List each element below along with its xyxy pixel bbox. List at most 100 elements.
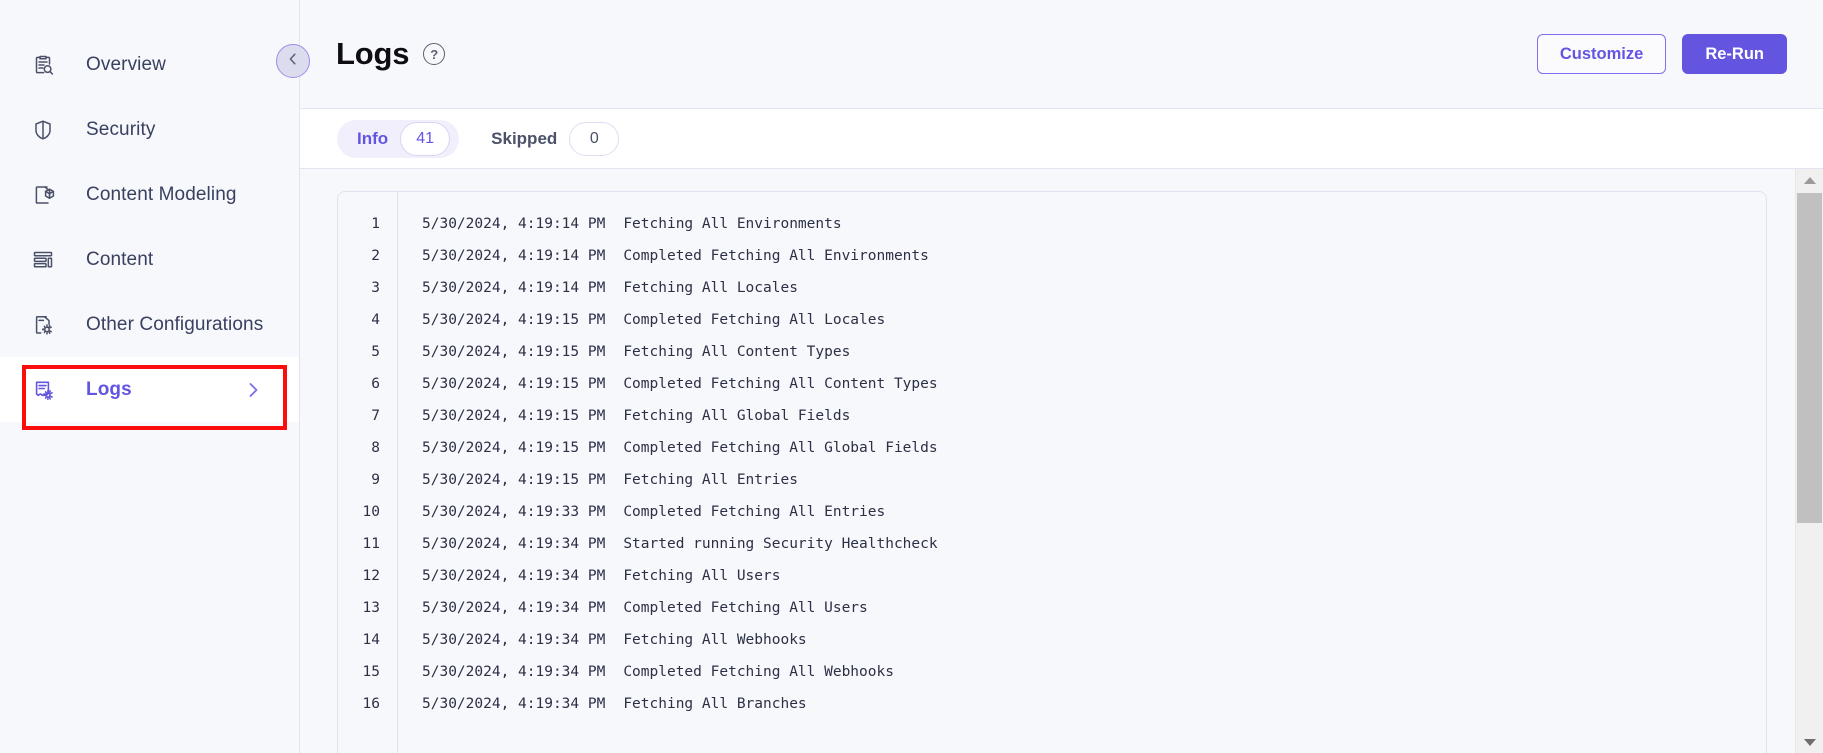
sidebar-item-other-configurations[interactable]: Other Configurations (0, 292, 299, 357)
log-message: Completed Fetching All Environments (623, 248, 929, 264)
log-gutter-divider (397, 192, 398, 753)
main-content: Logs ? Customize Re-Run Info 41 Skipped … (276, 0, 1823, 753)
tab-badge-count: 0 (569, 121, 620, 156)
log-line-number: 4 (371, 312, 380, 328)
scrollbar-thumb[interactable] (1797, 193, 1822, 523)
log-row: 4 5/30/2024, 4:19:15 PM Completed Fetching… (338, 304, 1766, 336)
tab-label: Info (357, 128, 389, 148)
log-timestamp: 5/30/2024, 4:19:15 PM (422, 440, 606, 456)
log-list: 1 5/30/2024, 4:19:14 PM Fetching All Envir… (338, 192, 1766, 720)
page-header: Logs ? Customize Re-Run (276, 0, 1823, 108)
log-row: 5 5/30/2024, 4:19:15 PM Fetching All Conte… (338, 336, 1766, 368)
header-actions: Customize Re-Run (1536, 34, 1787, 74)
vertical-scrollbar[interactable] (1795, 169, 1823, 753)
sidebar-item-label: Content Modeling (86, 183, 237, 205)
log-message: Completed Fetching All Users (623, 600, 868, 616)
sidebar-item-label: Content (86, 248, 154, 270)
scroll-down-button[interactable] (1796, 731, 1823, 753)
log-timestamp: 5/30/2024, 4:19:14 PM (422, 216, 606, 232)
log-message: Fetching All Webhooks (623, 632, 807, 648)
tab-info[interactable]: Info 41 (337, 119, 460, 158)
log-line-number: 7 (371, 408, 380, 424)
log-line-number: 6 (371, 376, 380, 392)
triangle-up-icon (1803, 176, 1816, 184)
tab-badge-count: 41 (400, 121, 451, 156)
sidebar-item-label: Other Configurations (86, 313, 264, 335)
log-message: Completed Fetching All Content Types (623, 376, 938, 392)
log-message: Completed Fetching All Entries (623, 504, 886, 520)
log-timestamp: 5/30/2024, 4:19:15 PM (422, 408, 606, 424)
log-tabs: Info 41 Skipped 0 (300, 108, 1823, 169)
log-line-number: 12 (362, 568, 380, 584)
document-log-gear-icon (30, 377, 56, 403)
log-row: 12 5/30/2024, 4:19:34 PM Fetching All User… (338, 560, 1766, 592)
log-row: 15 5/30/2024, 4:19:34 PM Completed Fetchin… (338, 656, 1766, 688)
sidebar-item-content-modeling[interactable]: Content Modeling (0, 162, 299, 227)
log-timestamp: 5/30/2024, 4:19:15 PM (422, 312, 606, 328)
app-root: Overview Security Content Modeling Conte… (0, 0, 1823, 753)
log-row: 11 5/30/2024, 4:19:34 PM Started running S… (338, 528, 1766, 560)
log-row: 14 5/30/2024, 4:19:34 PM Fetching All Webh… (338, 624, 1766, 656)
sidebar-item-label: Security (86, 118, 156, 140)
log-message: Completed Fetching All Webhooks (623, 664, 894, 680)
log-message: Completed Fetching All Locales (623, 312, 886, 328)
log-timestamp: 5/30/2024, 4:19:34 PM (422, 632, 606, 648)
log-line-number: 11 (362, 536, 380, 552)
chevron-left-icon (285, 51, 301, 72)
log-message: Fetching All Environments (623, 216, 842, 232)
help-icon[interactable]: ? (423, 43, 446, 65)
log-line-number: 14 (362, 632, 380, 648)
log-timestamp: 5/30/2024, 4:19:14 PM (422, 248, 606, 264)
log-row: 6 5/30/2024, 4:19:15 PM Completed Fetching… (338, 368, 1766, 400)
tab-skipped[interactable]: Skipped 0 (471, 120, 628, 158)
log-timestamp: 5/30/2024, 4:19:34 PM (422, 536, 606, 552)
log-timestamp: 5/30/2024, 4:19:34 PM (422, 664, 606, 680)
log-line-number: 5 (371, 344, 380, 360)
log-message: Fetching All Global Fields (623, 408, 851, 424)
log-row: 3 5/30/2024, 4:19:14 PM Fetching All Local… (338, 272, 1766, 304)
sidebar-item-content[interactable]: Content (0, 227, 299, 292)
log-content-area: 1 5/30/2024, 4:19:14 PM Fetching All Envir… (300, 169, 1823, 753)
log-line-number: 3 (371, 280, 380, 296)
scroll-up-button[interactable] (1796, 169, 1823, 191)
document-cube-icon (30, 182, 56, 208)
log-message: Fetching All Branches (623, 696, 807, 712)
sidebar: Overview Security Content Modeling Conte… (0, 0, 300, 753)
log-row: 10 5/30/2024, 4:19:33 PM Completed Fetchin… (338, 496, 1766, 528)
log-message: Completed Fetching All Global Fields (623, 440, 938, 456)
log-line-number: 13 (362, 600, 380, 616)
log-line-number: 9 (371, 472, 380, 488)
log-line-number: 16 (362, 696, 380, 712)
log-timestamp: 5/30/2024, 4:19:33 PM (422, 504, 606, 520)
log-row: 8 5/30/2024, 4:19:15 PM Completed Fetching… (338, 432, 1766, 464)
log-message: Started running Security Healthcheck (623, 536, 938, 552)
log-line-number: 2 (371, 248, 380, 264)
log-row: 2 5/30/2024, 4:19:14 PM Completed Fetching… (338, 240, 1766, 272)
chevron-right-icon (243, 380, 263, 400)
triangle-down-icon (1803, 738, 1816, 746)
log-row: 16 5/30/2024, 4:19:34 PM Fetching All Bran… (338, 688, 1766, 720)
log-line-number: 10 (362, 504, 380, 520)
log-message: Fetching All Users (623, 568, 781, 584)
log-message: Fetching All Entries (623, 472, 798, 488)
sidebar-item-label: Overview (86, 53, 166, 75)
log-line-number: 1 (371, 216, 380, 232)
log-message: Fetching All Content Types (623, 344, 851, 360)
log-row: 7 5/30/2024, 4:19:15 PM Fetching All Globa… (338, 400, 1766, 432)
collapse-sidebar-button[interactable] (276, 44, 310, 78)
tab-label: Skipped (491, 128, 558, 148)
log-line-number: 15 (362, 664, 380, 680)
rerun-button[interactable]: Re-Run (1682, 34, 1787, 74)
customize-button[interactable]: Customize (1536, 34, 1667, 74)
log-timestamp: 5/30/2024, 4:19:15 PM (422, 472, 606, 488)
log-timestamp: 5/30/2024, 4:19:34 PM (422, 600, 606, 616)
sidebar-item-overview[interactable]: Overview (0, 32, 299, 97)
sidebar-item-logs[interactable]: Logs (0, 357, 299, 422)
sidebar-item-security[interactable]: Security (0, 97, 299, 162)
sidebar-item-label: Logs (86, 378, 132, 400)
log-row: 13 5/30/2024, 4:19:34 PM Completed Fetchin… (338, 592, 1766, 624)
page-title: Logs (336, 36, 410, 71)
log-panel: 1 5/30/2024, 4:19:14 PM Fetching All Envir… (337, 191, 1767, 753)
log-timestamp: 5/30/2024, 4:19:34 PM (422, 568, 606, 584)
log-timestamp: 5/30/2024, 4:19:15 PM (422, 376, 606, 392)
